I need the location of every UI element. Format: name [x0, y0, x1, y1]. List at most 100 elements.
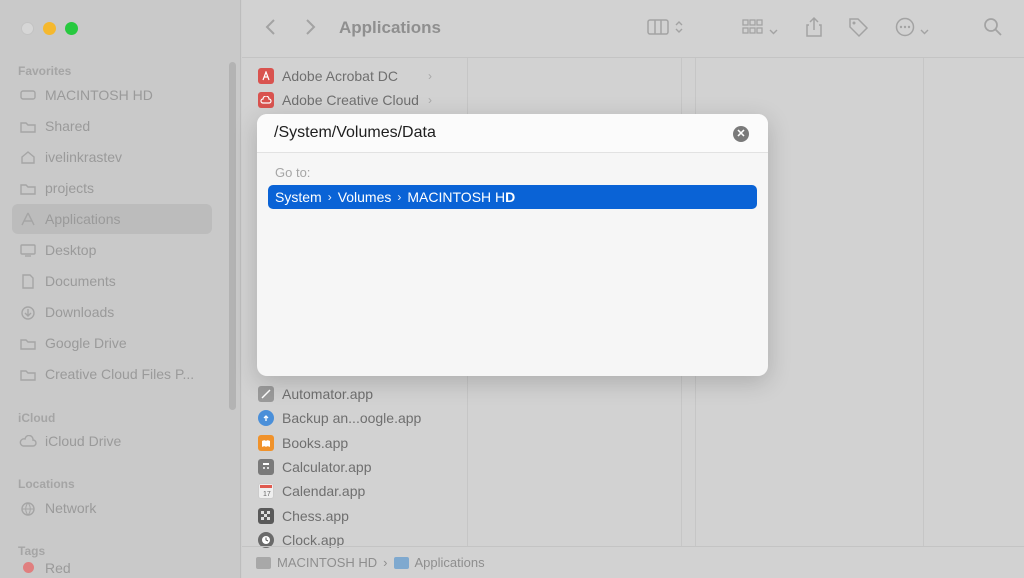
icloud-heading: iCloud — [18, 411, 56, 425]
sidebar-item-label: Documents — [45, 273, 116, 289]
folder-icon — [19, 336, 37, 350]
chevron-right-icon — [305, 18, 317, 41]
share-icon — [805, 16, 823, 43]
folder-icon — [19, 119, 37, 133]
list-item[interactable]: Chess.app — [258, 505, 349, 527]
sidebar-item-downloads[interactable]: Downloads — [12, 297, 212, 327]
sidebar-item-label: Applications — [45, 211, 121, 227]
chevron-right-icon: › — [397, 190, 402, 204]
adobe-acrobat-icon — [258, 68, 274, 84]
back-button[interactable] — [264, 16, 276, 42]
window-title: Applications — [339, 18, 442, 37]
sidebar-item-macintosh-hd[interactable]: MACINTOSH HD — [12, 80, 212, 110]
list-item[interactable]: 17 Calendar.app — [258, 480, 365, 502]
svg-text:17: 17 — [263, 491, 271, 497]
go-to-label: Go to: — [275, 165, 311, 180]
suggestion-part-disk: MACINTOSH HD — [407, 189, 515, 205]
file-name: Calendar.app — [282, 483, 366, 499]
globe-icon — [19, 501, 37, 516]
suggestion-disk-match: D — [505, 189, 516, 205]
sidebar-item-shared[interactable]: Shared — [12, 111, 212, 141]
backup-and-sync-icon — [258, 410, 274, 426]
sidebar-item-label: Network — [45, 500, 97, 516]
chevron-down-icon — [920, 19, 929, 40]
path-bar-folder[interactable]: Applications — [415, 555, 485, 570]
list-item[interactable]: Backup an...oogle.app — [258, 407, 421, 429]
document-icon — [19, 273, 37, 289]
file-name: Adobe Acrobat DC — [282, 68, 398, 84]
home-icon — [19, 150, 37, 164]
sidebar-item-label: Downloads — [45, 304, 115, 320]
sidebar-item-home[interactable]: ivelinkrastev — [12, 142, 212, 172]
chess-icon — [258, 508, 274, 524]
list-item[interactable]: Adobe Creative Cloud › — [258, 89, 432, 111]
sidebar-item-creative-cloud-files[interactable]: Creative Cloud Files P... — [12, 359, 212, 389]
sidebar-item-label: Google Drive — [45, 335, 127, 351]
chevron-right-icon: › — [327, 190, 332, 204]
folder-icon — [19, 367, 37, 381]
sidebar-item-label: ivelinkrastev — [45, 149, 123, 165]
grid-icon — [742, 18, 764, 40]
sidebar-item-label: Creative Cloud Files P... — [45, 366, 195, 382]
books-icon — [258, 435, 274, 451]
close-window-button[interactable] — [21, 22, 34, 35]
list-item[interactable]: Automator.app — [258, 383, 373, 405]
sidebar-item-label: Desktop — [45, 242, 97, 258]
file-name: Backup an...oogle.app — [282, 410, 422, 426]
list-item[interactable]: Adobe Acrobat DC › — [258, 65, 432, 87]
group-button[interactable] — [742, 16, 778, 42]
applications-icon — [19, 212, 37, 226]
tags-heading: Tags — [18, 544, 46, 558]
favorites-heading: Favorites — [18, 64, 72, 78]
list-item[interactable]: Books.app — [258, 432, 348, 454]
suggestion-part-system: System — [275, 189, 322, 205]
minimize-window-button[interactable] — [43, 22, 56, 35]
tag-icon — [847, 16, 869, 43]
updown-chevron-icon — [675, 19, 683, 40]
sidebar-item-applications[interactable]: Applications — [12, 204, 212, 234]
sidebar-item-google-drive[interactable]: Google Drive — [12, 328, 212, 358]
view-mode-button[interactable] — [647, 16, 683, 42]
sidebar-item-tag-red[interactable]: Red — [12, 560, 212, 578]
calculator-icon — [258, 459, 274, 475]
path-bar-disk[interactable]: MACINTOSH HD — [277, 555, 377, 570]
list-item[interactable]: Calculator.app — [258, 456, 372, 478]
sidebar-item-label: Red — [45, 560, 71, 576]
more-actions-button[interactable] — [895, 16, 929, 42]
file-name: Chess.app — [282, 508, 349, 524]
suggestion-disk-prefix: MACINTOSH H — [407, 189, 506, 205]
sidebar-item-label: MACINTOSH HD — [45, 87, 153, 103]
share-button[interactable] — [805, 16, 823, 42]
tag-color-dot — [19, 560, 37, 574]
sidebar-item-documents[interactable]: Documents — [12, 266, 212, 296]
disk-icon — [19, 88, 37, 102]
sidebar-item-projects[interactable]: projects — [12, 173, 212, 203]
path-suggestion[interactable]: System › Volumes › MACINTOSH HD — [268, 185, 757, 209]
sidebar-item-icloud-drive[interactable]: iCloud Drive — [12, 426, 212, 456]
disk-icon — [256, 556, 271, 569]
chevron-left-icon — [264, 18, 276, 41]
file-name: Calculator.app — [282, 459, 372, 475]
sidebar: Favorites MACINTOSH HD Shared ivelinkras… — [0, 0, 241, 578]
suggestion-part-volumes: Volumes — [337, 189, 392, 205]
sidebar-item-label: projects — [45, 180, 95, 196]
zoom-window-button[interactable] — [65, 22, 78, 35]
path-input[interactable] — [257, 114, 768, 153]
file-name: Books.app — [282, 435, 349, 451]
sidebar-item-desktop[interactable]: Desktop — [12, 235, 212, 265]
sidebar-item-network[interactable]: Network — [12, 493, 212, 523]
locations-heading: Locations — [18, 477, 75, 491]
tags-button[interactable] — [847, 16, 869, 42]
forward-button[interactable] — [305, 16, 317, 42]
chevron-right-icon: › — [428, 69, 432, 83]
search-icon — [983, 17, 1003, 42]
go-to-folder-dialog: ✕ Go to: System › Volumes › MACINTOSH HD — [257, 114, 768, 376]
folder-icon — [393, 556, 409, 569]
search-button[interactable] — [983, 16, 1003, 42]
chevron-down-icon — [769, 19, 778, 40]
cloud-icon — [19, 434, 37, 448]
sidebar-scrollbar[interactable] — [229, 62, 236, 410]
clear-input-button[interactable]: ✕ — [733, 126, 749, 142]
window-controls — [21, 22, 78, 35]
toolbar: Applications — [242, 0, 1024, 58]
